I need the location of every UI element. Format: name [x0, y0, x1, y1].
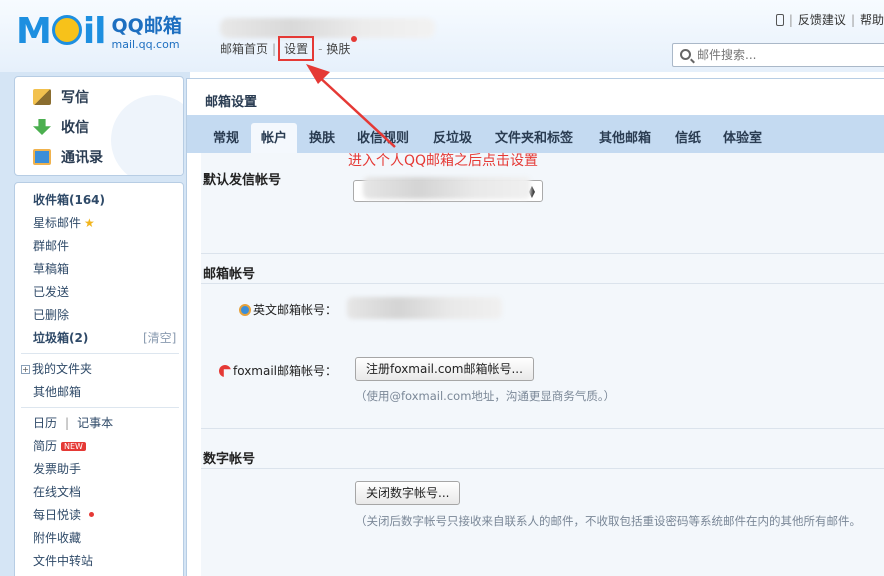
tool-resume[interactable]: 简历 NEW: [33, 437, 86, 454]
foxmail-icon: [219, 365, 231, 377]
search-input[interactable]: [697, 46, 877, 64]
pen-icon: [33, 89, 51, 105]
feedback-link[interactable]: 反馈建议: [798, 13, 846, 27]
tab-lab[interactable]: 体验室: [723, 127, 762, 146]
tab-other-mail[interactable]: 其他邮箱: [599, 127, 651, 146]
help-link[interactable]: 帮助: [860, 13, 884, 27]
contact-card-icon: [33, 149, 51, 165]
divider: [201, 283, 884, 284]
user-nav: 邮箱首页 | 设置 - 换肤: [220, 36, 358, 61]
tab-rules[interactable]: 收信规则: [357, 127, 409, 146]
folder-group[interactable]: 群邮件: [33, 237, 69, 254]
section-default-sender: 默认发信帐号: [203, 173, 282, 188]
folder-list: 收件箱(164) 星标邮件 ★ 群邮件 草稿箱 已发送 已删除 垃圾箱(2) [清空…: [14, 182, 184, 576]
spam-clear-link[interactable]: [清空]: [143, 329, 176, 346]
folder-drafts[interactable]: 草稿箱: [33, 260, 69, 277]
nav-skin-link[interactable]: 换肤: [326, 42, 350, 56]
quick-actions: 写信 收信 通讯录: [14, 76, 184, 176]
blurred-english-account: [347, 297, 502, 319]
folder-inbox[interactable]: 收件箱(164): [33, 191, 105, 208]
section-mailbox-account: 邮箱帐号: [203, 267, 256, 282]
unread-dot: [89, 512, 95, 517]
top-links: | 反馈建议 | 帮助: [775, 11, 884, 28]
star-icon: ★: [84, 216, 95, 230]
contacts-button[interactable]: 通讯录: [33, 147, 103, 167]
folder-other-mail[interactable]: 其他邮箱: [33, 383, 81, 400]
tab-general[interactable]: 常规: [213, 127, 239, 146]
mail-search[interactable]: [672, 43, 884, 67]
english-account-label: 英文邮箱帐号：: [239, 301, 337, 318]
logo-bell-icon: [51, 15, 82, 45]
divider: [201, 428, 884, 429]
tool-invoice[interactable]: 发票助手: [33, 460, 81, 477]
blurred-sender-address: [363, 177, 531, 199]
notepad-link[interactable]: 记事本: [77, 416, 113, 430]
divider: [21, 407, 179, 408]
instruction-annotation: 进入个人QQ邮箱之后点击设置: [348, 153, 539, 169]
digital-account-note: （关闭后数字帐号只接收来自联系人的邮件，不收取包括重设密码等系统邮件在内的其他所…: [355, 514, 861, 528]
nav-home-link[interactable]: 邮箱首页: [220, 42, 268, 56]
tab-skin[interactable]: 换肤: [309, 127, 335, 146]
folder-deleted[interactable]: 已删除: [33, 306, 69, 323]
phone-icon[interactable]: [775, 14, 784, 26]
tool-row-calendar: 日历 | 记事本: [33, 416, 114, 430]
tab-folders-labels[interactable]: 文件夹和标签: [495, 127, 573, 146]
expand-plus-icon[interactable]: +: [21, 365, 30, 374]
folder-my-folders[interactable]: + 我的文件夹: [21, 360, 92, 377]
calendar-link[interactable]: 日历: [33, 416, 57, 430]
new-badge: NEW: [61, 442, 86, 451]
section-digital-account: 数字帐号: [203, 452, 256, 467]
divider: [201, 253, 884, 254]
receive-button[interactable]: 收信: [33, 117, 89, 137]
folder-sent[interactable]: 已发送: [33, 283, 69, 300]
foxmail-note: （使用@foxmail.com地址，沟通更显商务气质。）: [355, 389, 616, 403]
globe-icon: [239, 304, 251, 316]
divider: [21, 353, 179, 354]
tool-attachments[interactable]: 附件收藏: [33, 529, 81, 546]
top-bar: Mil QQ邮箱 mail.qq.com 邮箱首页 | 设置 - 换肤 | 反馈建议 | 帮助: [0, 0, 884, 72]
settings-tabs: 常规 帐户 换肤 收信规则 反垃圾 文件夹和标签 其他邮箱 信纸 体验室: [187, 115, 884, 153]
tab-antispam[interactable]: 反垃圾: [433, 127, 472, 146]
logo-url: mail.qq.com: [111, 38, 180, 51]
penguin-watermark-icon: [111, 95, 183, 175]
folder-spam[interactable]: 垃圾箱(2) [清空]: [33, 329, 176, 346]
tool-daily-reading[interactable]: 每日悦读: [33, 506, 95, 523]
page-title: 邮箱设置: [205, 95, 258, 110]
logo-mail-text: Mil: [16, 11, 107, 52]
folder-starred[interactable]: 星标邮件 ★: [33, 214, 95, 231]
tool-docs[interactable]: 在线文档: [33, 483, 81, 500]
tool-file-transfer[interactable]: 文件中转站: [33, 552, 93, 569]
account-settings-content: 默认发信帐号 ▲ ▼ 邮箱帐号 英文邮箱帐号： foxmail邮箱帐号： 注册fo…: [201, 153, 884, 576]
skin-notify-dot: [351, 36, 358, 42]
close-digital-account-button[interactable]: 关闭数字帐号...: [355, 481, 461, 505]
tab-account[interactable]: 帐户: [251, 123, 298, 153]
logo-brand: QQ邮箱: [111, 15, 182, 37]
left-sidebar: 写信 收信 通讯录 收件箱(164) 星标邮件 ★ 群邮件 草稿箱 已发送 已删除…: [0, 72, 190, 576]
blurred-username: [220, 18, 435, 38]
divider: [201, 468, 884, 469]
nav-settings-link[interactable]: 设置: [278, 36, 315, 61]
inbox-download-icon: [33, 119, 51, 135]
foxmail-account-label: foxmail邮箱帐号：: [219, 362, 337, 379]
register-foxmail-button[interactable]: 注册foxmail.com邮箱帐号...: [355, 357, 534, 381]
qq-mail-logo[interactable]: Mil QQ邮箱 mail.qq.com: [16, 11, 182, 52]
compose-button[interactable]: 写信: [33, 87, 89, 107]
tab-stationery[interactable]: 信纸: [675, 127, 701, 146]
search-icon: [680, 49, 691, 60]
